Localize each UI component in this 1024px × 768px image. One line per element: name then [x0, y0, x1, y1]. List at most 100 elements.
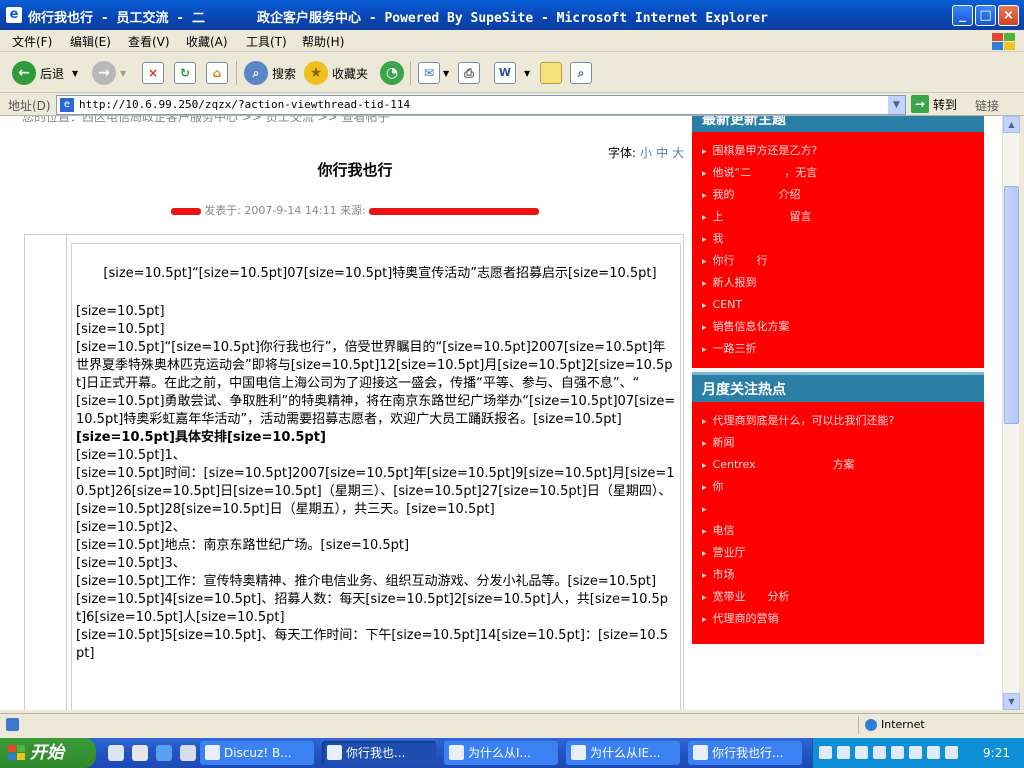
- latest-topics-box: 最新更新主题 ▸ 围棋是甲方还是乙方? ▸ 他说“二 ，无言 ▸ 我的 介绍 ▸ 上 留言 ▸ 我…: [692, 116, 984, 368]
- topic-label: 市场: [712, 568, 757, 581]
- post-body: [size=10.5pt]“[size=10.5pt]07[size=10.5p…: [71, 243, 681, 710]
- sidebar-topic-link[interactable]: ▸ 新人报到: [692, 272, 984, 294]
- sidebar-topic-link[interactable]: ▸ 我的 介绍: [692, 184, 984, 206]
- back-button[interactable]: ← 后退 ▼: [12, 59, 78, 87]
- sidebar-topic-link[interactable]: ▸ 我: [692, 228, 984, 250]
- sidebar-topic-link[interactable]: ▸ 围棋是甲方还是乙方?: [692, 140, 984, 162]
- minimize-button[interactable]: _: [952, 5, 973, 26]
- menu-tools[interactable]: 工具(T): [246, 33, 287, 50]
- address-url[interactable]: http://10.6.99.250/zqzx/?action-viewthre…: [79, 98, 410, 111]
- edit-word-button[interactable]: W ▼: [494, 59, 530, 87]
- topic-label: 营业厅: [712, 546, 812, 559]
- edit-dropdown-icon[interactable]: ▼: [524, 69, 530, 78]
- sidebar-topic-link[interactable]: ▸ 上 留言: [692, 206, 984, 228]
- vertical-scrollbar[interactable]: ▲ ▼: [1002, 116, 1020, 710]
- font-size-large[interactable]: 大: [672, 146, 684, 160]
- taskbar-item-4[interactable]: 为什么从IE...: [566, 741, 680, 765]
- sidebar-topic-link[interactable]: ▸: [692, 498, 984, 520]
- bullet-arrow-icon: ▸: [702, 615, 707, 625]
- sidebar-topic-link[interactable]: ▸ 营业厅: [692, 542, 984, 564]
- sidebar-topic-link[interactable]: ▸ 你: [692, 476, 984, 498]
- font-size-medium[interactable]: 中: [656, 146, 668, 160]
- security-icon[interactable]: [945, 746, 958, 759]
- topic-label: 新闻: [712, 436, 768, 449]
- sidebar-topic-link[interactable]: ▸ 宽带业 分析: [692, 586, 984, 608]
- ie-window: e 你行我也行 - 员工交流 - 二 政企客户服务中心 - Powered By…: [0, 0, 1024, 738]
- sidebar-topic-link[interactable]: ▸ 代理商的营销: [692, 608, 984, 630]
- stop-button[interactable]: ×: [142, 59, 164, 87]
- topic-label: [713, 502, 790, 515]
- mail-button[interactable]: ✉ ▼: [418, 59, 449, 87]
- keyboard-icon[interactable]: [819, 746, 832, 759]
- home-button[interactable]: ⌂: [206, 59, 228, 87]
- quicklaunch-settings-icon[interactable]: [108, 745, 124, 761]
- task-app-icon: [571, 745, 586, 760]
- sidebar-topic-link[interactable]: ▸ 销售信息化方案: [692, 316, 984, 338]
- task-app-icon: [693, 745, 708, 760]
- sidebar-topic-link[interactable]: ▸ 新闻: [692, 432, 984, 454]
- history-button[interactable]: ◔: [380, 59, 408, 87]
- back-dropdown-icon[interactable]: ▼: [72, 69, 78, 78]
- sidebar-topic-link[interactable]: ▸ 你行 行: [692, 250, 984, 272]
- search-button[interactable]: ⌕ 搜索: [244, 59, 296, 87]
- font-size-small[interactable]: 小: [640, 146, 652, 160]
- menu-favorites[interactable]: 收藏(A): [186, 33, 228, 50]
- sidebar-topic-link[interactable]: ▸ 代理商到底是什么，可以比我们还能?: [692, 410, 984, 432]
- ie-app-icon[interactable]: e: [6, 7, 22, 23]
- back-arrow-icon: ←: [12, 61, 36, 85]
- bullet-arrow-icon: ▸: [702, 301, 707, 311]
- close-button[interactable]: ×: [998, 5, 1019, 26]
- scroll-up-icon[interactable]: ▲: [1003, 116, 1020, 133]
- discuss-button[interactable]: [540, 59, 562, 87]
- address-dropdown-icon[interactable]: ▼: [888, 96, 905, 114]
- network-icon[interactable]: [891, 746, 904, 759]
- post-line: [size=10.5pt]5[size=10.5pt]、每天工作时间：下午[si…: [76, 628, 669, 661]
- scroll-down-icon[interactable]: ▼: [1003, 693, 1020, 710]
- mail-dropdown-icon[interactable]: ▼: [443, 69, 449, 78]
- redaction-mark: [170, 207, 201, 215]
- quicklaunch-desktop-icon[interactable]: [180, 745, 196, 761]
- sidebar-topic-link[interactable]: ▸ CENT: [692, 294, 984, 316]
- display-icon[interactable]: [909, 746, 922, 759]
- maximize-button[interactable]: □: [975, 5, 996, 26]
- sidebar-topic-link[interactable]: ▸ Centrex 方案: [692, 454, 984, 476]
- go-button[interactable]: → 转到: [911, 95, 957, 113]
- post-headline: [size=10.5pt]“[size=10.5pt]07[size=10.5p…: [103, 266, 657, 281]
- menu-view[interactable]: 查看(V): [128, 33, 170, 50]
- print-button[interactable]: ⎙: [458, 59, 480, 87]
- ime-icon[interactable]: [855, 746, 868, 759]
- favorites-button[interactable]: ★ 收藏夹: [304, 59, 368, 87]
- help-icon[interactable]: [873, 746, 886, 759]
- refresh-button[interactable]: ↻: [174, 59, 196, 87]
- system-tray: 9:21: [812, 738, 1024, 768]
- menu-help[interactable]: 帮助(H): [302, 33, 344, 50]
- taskbar-item-2[interactable]: 你行我也...: [322, 741, 436, 765]
- menu-file[interactable]: 文件(F): [12, 33, 52, 50]
- start-button[interactable]: 开始: [0, 738, 96, 768]
- menu-edit[interactable]: 编辑(E): [70, 33, 111, 50]
- pen-icon[interactable]: [837, 746, 850, 759]
- sidebar-topic-link[interactable]: ▸ 市场: [692, 564, 984, 586]
- forward-dropdown-icon[interactable]: ▼: [120, 69, 126, 78]
- taskbar-item-5[interactable]: 你行我也行...: [688, 741, 802, 765]
- bullet-arrow-icon: ▸: [702, 505, 707, 515]
- volume-icon[interactable]: [927, 746, 940, 759]
- sidebar-topic-link[interactable]: ▸ 他说“二 ，无言: [692, 162, 984, 184]
- topic-label: 代理商到底是什么，可以比我们还能?: [712, 414, 895, 427]
- post-line: [size=10.5pt]地点：南京东路世纪广场。[size=10.5pt]: [76, 538, 410, 553]
- breadcrumb[interactable]: 您的位置：西区电信局政企客户服务中心 >> 员工交流 >> 查看帖子: [22, 116, 389, 125]
- forward-button[interactable]: → ▼: [92, 59, 126, 87]
- sidebar-topic-link[interactable]: ▸ 电信: [692, 520, 984, 542]
- post-date-source: 发表于: 2007-9-14 14:11 来源:: [204, 204, 366, 217]
- scroll-thumb[interactable]: [1004, 186, 1019, 424]
- address-input[interactable]: e http://10.6.99.250/zqzx/?action-viewth…: [56, 95, 906, 115]
- links-button[interactable]: 链接: [975, 97, 999, 114]
- quicklaunch-ie-icon[interactable]: [156, 745, 172, 761]
- task-label: 为什么从IE...: [590, 746, 661, 760]
- taskbar-item-3[interactable]: 为什么从I...: [444, 741, 558, 765]
- taskbar-item-1[interactable]: Discuz! B...: [200, 741, 314, 765]
- research-button[interactable]: ⌕: [570, 59, 592, 87]
- post-line: [size=10.5pt]4[size=10.5pt]、招募人数：每天[size…: [76, 592, 669, 625]
- sidebar-topic-link[interactable]: ▸ 一路三折: [692, 338, 984, 360]
- quicklaunch-media-icon[interactable]: [132, 745, 148, 761]
